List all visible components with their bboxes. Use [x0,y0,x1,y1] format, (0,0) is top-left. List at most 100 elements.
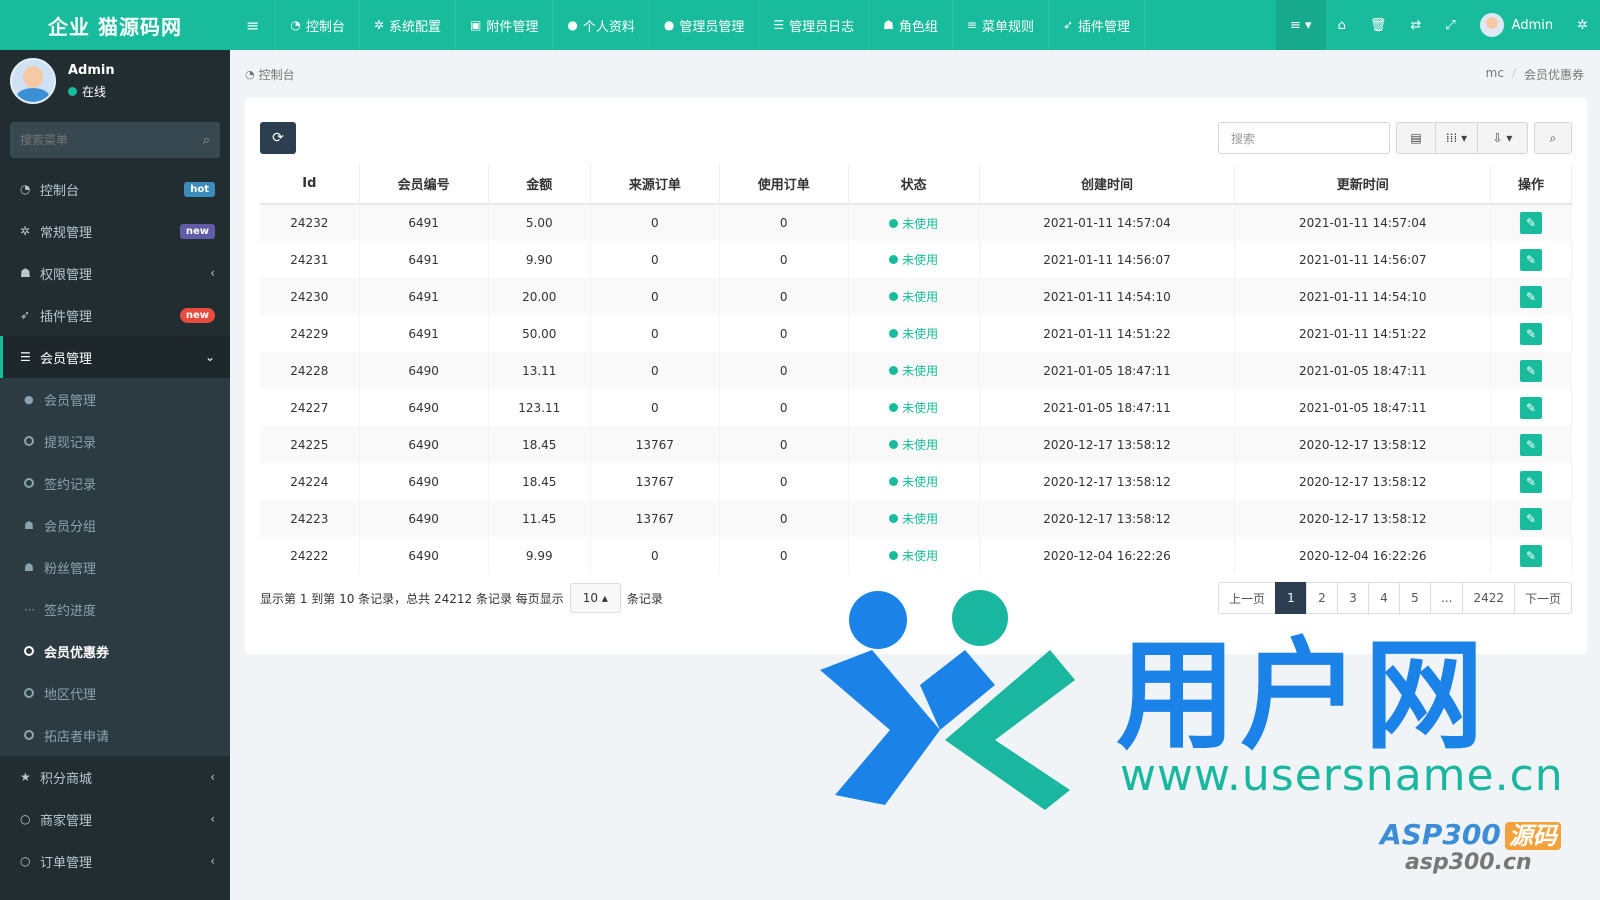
table-cell: 6490 [359,500,489,537]
toggle-view-button[interactable]: ▤ [1396,122,1436,154]
user-name: Admin [68,62,115,78]
app-logo[interactable]: 企业 猫源码网 [0,0,230,50]
edit-button[interactable]: ✎ [1520,285,1543,308]
settings-icon[interactable]: ✲ [1565,0,1600,50]
sidebar-item-addon[interactable]: ➶ 插件管理 new [0,294,230,336]
sidebar-item-points-mall[interactable]: ★ 积分商城 ‹ [0,756,230,798]
user-panel: Admin 在线 [0,50,230,112]
table-cell: 20.00 [488,278,591,315]
edit-button[interactable]: ✎ [1520,359,1543,382]
edit-button[interactable]: ✎ [1520,433,1543,456]
submenu-item[interactable]: 地区代理 [0,672,230,714]
chevron-left-icon: ‹ [210,812,215,826]
search-icon[interactable]: ⌕ [203,133,210,148]
column-header[interactable]: 会员编号 [359,164,489,205]
table-cell: 24224 [260,463,360,500]
edit-button[interactable]: ✎ [1520,507,1543,530]
table-cell: ✎ [1490,389,1572,426]
submenu-item-label: 拓店者申请 [44,729,110,745]
breadcrumb-item[interactable]: mc [1486,66,1504,83]
top-nav-item[interactable]: ≡ 菜单规则 [953,0,1049,50]
status-badge: 未使用 [889,215,938,232]
table-cell: 未使用 [848,278,980,315]
column-header[interactable]: 操作 [1490,164,1572,205]
edit-button[interactable]: ✎ [1520,248,1543,271]
column-header[interactable]: 状态 [848,164,980,205]
column-header[interactable]: Id [260,164,360,205]
table-cell: 0 [590,204,720,241]
edit-button[interactable]: ✎ [1520,396,1543,419]
submenu-item-label: 会员优惠券 [44,645,110,661]
sidebar-search-input[interactable] [20,133,203,147]
column-header[interactable]: 金额 [488,164,591,205]
submenu-item[interactable]: ⋯ 签约进度 [0,588,230,630]
top-nav-item[interactable]: ◔ 控制台 [276,0,360,50]
home-icon[interactable]: ⌂ [1326,0,1358,50]
top-nav-label: 菜单规则 [981,19,1034,35]
top-nav-item[interactable]: ● 个人资料 [553,0,650,50]
table-cell: ✎ [1490,352,1572,389]
edit-button[interactable]: ✎ [1520,322,1543,345]
table-cell: 2021-01-11 14:54:10 [1234,278,1492,315]
table-cell: 6490 [359,426,489,463]
table-search-input[interactable]: 搜索 [1218,122,1390,154]
watermark-asp-url: asp300.cn [1405,850,1532,875]
dashboard-icon: ◔ [290,18,301,32]
submenu-item[interactable]: 会员优惠券 [0,630,230,672]
search-toggle-button[interactable]: ⌕ [1534,122,1572,154]
table-cell: 24222 [260,537,360,574]
submenu-item[interactable]: 提现记录 [0,420,230,462]
top-nav-item[interactable]: ☰ 管理员日志 [759,0,870,50]
user-icon: ● [567,18,578,32]
status-badge: 未使用 [889,251,938,268]
column-header[interactable]: 使用订单 [719,164,849,205]
submenu-item[interactable]: ● 会员管理 [0,378,230,420]
sidebar-item-auth[interactable]: ☗ 权限管理 ‹ [0,252,230,294]
page-size-select[interactable]: 10 ▴ [569,583,621,613]
translate-icon[interactable]: ⇄ [1398,0,1433,50]
top-nav-item[interactable]: ➶ 插件管理 [1049,0,1146,50]
sidebar-item-orders[interactable]: ○ 订单管理 ‹ [0,840,230,882]
user-status: 在线 [68,83,115,100]
export-button[interactable]: ⇩ ▾ [1478,122,1528,154]
table-cell: 11.45 [488,500,591,537]
sidebar-item-merchant[interactable]: ○ 商家管理 ‹ [0,798,230,840]
fullscreen-icon[interactable]: ⤢ [1433,0,1467,50]
menu-dropdown-button[interactable]: ≡ ▾ [1276,0,1326,50]
status-dot-icon [889,292,899,301]
table-row: 24230 6491 20.00 0 0 未使用 2021-01-11 14:54:10 20… [260,278,1572,315]
table-cell: 0 [719,463,849,500]
submenu-item[interactable]: ☗ 粉丝管理 [0,546,230,588]
sidebar-item-dashboard[interactable]: ◔ 控制台 hot [0,168,230,210]
sidebar-toggle-button[interactable]: ≡ [230,0,277,50]
column-header[interactable]: 创建时间 [979,164,1236,205]
submenu-item[interactable]: ☗ 会员分组 [0,504,230,546]
column-header[interactable]: 来源订单 [590,164,720,205]
menu-icon: ✲ [20,224,31,238]
group-icon: ☗ [883,18,894,32]
top-nav-item[interactable]: ● 管理员管理 [650,0,760,50]
table-cell: 未使用 [848,315,980,352]
user-menu[interactable]: Admin [1468,0,1565,50]
top-nav-item[interactable]: ✲ 系统配置 [360,0,456,50]
status-label: 未使用 [902,438,939,452]
watermark-text: 用户网 [1116,627,1488,766]
edit-button[interactable]: ✎ [1520,212,1543,234]
columns-button[interactable]: ⁞⁞⁞ ▾ [1436,122,1478,154]
submenu-item[interactable]: 签约记录 [0,462,230,504]
table-cell: 未使用 [848,389,980,426]
sidebar-item-members[interactable]: ☰ 会员管理 ⌄ [0,336,230,378]
table-cell: 24230 [260,278,360,315]
menu-icon: ★ [20,770,31,784]
edit-button[interactable]: ✎ [1520,470,1543,493]
sidebar-item-general[interactable]: ✲ 常规管理 new [0,210,230,252]
column-header[interactable]: 更新时间 [1234,164,1492,205]
trash-icon[interactable]: 🗑 [1358,0,1399,50]
top-nav-item[interactable]: ▣ 附件管理 [456,0,554,50]
top-nav-item[interactable]: ☗ 角色组 [869,0,953,50]
submenu-item[interactable]: 拓店者申请 [0,714,230,756]
table-cell: 2020-12-17 13:58:12 [1234,500,1492,537]
edit-button[interactable]: ✎ [1520,544,1543,567]
refresh-button[interactable]: ⟳ [260,122,296,154]
table-cell: 2020-12-17 13:58:12 [1234,463,1492,500]
